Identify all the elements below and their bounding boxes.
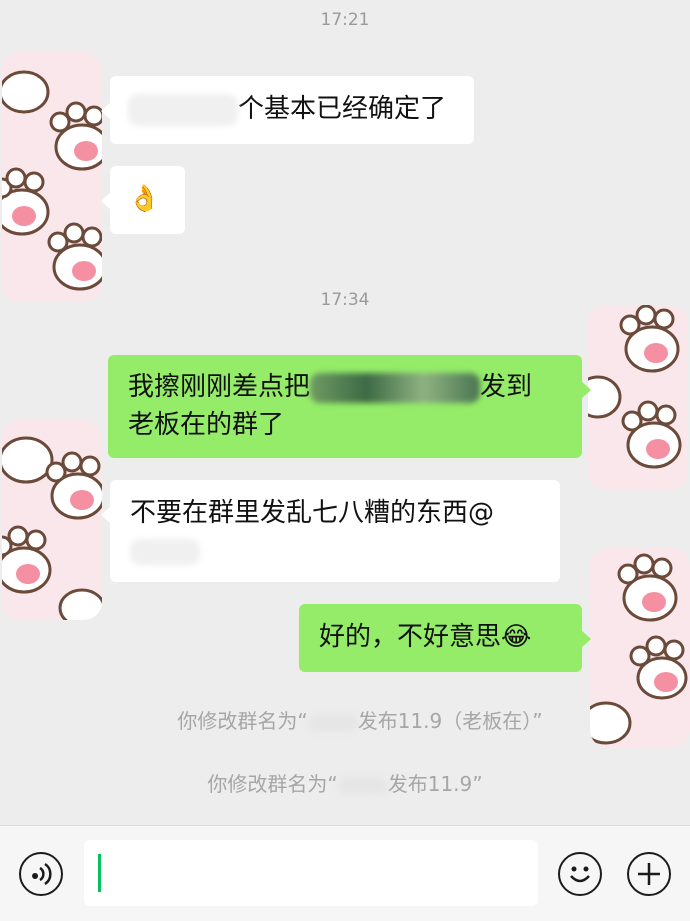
emoji-icon	[570, 866, 590, 883]
voice-button[interactable]	[19, 852, 63, 896]
timestamp: 17:21	[320, 10, 370, 30]
message-text: 好的，不好意思	[319, 622, 502, 652]
message-text: 老板在的群了	[128, 410, 285, 440]
input-toolbar	[0, 825, 690, 921]
message-text: 发到	[480, 372, 533, 402]
redacted-text	[307, 713, 358, 732]
emoji-button[interactable]	[558, 852, 602, 896]
redacted-text	[310, 372, 481, 403]
system-notice: 你修改群名为“ 发布11.9（老板在）”	[0, 705, 690, 734]
message-text: 我擦刚刚差点把	[128, 372, 311, 402]
plus-icon	[638, 863, 660, 885]
system-notice: 你修改群名为“ 发布11.9”	[0, 768, 690, 797]
contact-avatar[interactable]	[2, 52, 102, 302]
laughing-emoji: 😂	[501, 622, 532, 652]
outgoing-message[interactable]: 好的，不好意思😂	[299, 604, 591, 672]
incoming-message[interactable]: 👌	[101, 166, 185, 234]
more-button[interactable]	[627, 852, 671, 896]
incoming-message[interactable]: 个基本已经确定了	[101, 76, 474, 144]
notice-text: 发布11.9”	[387, 772, 483, 796]
text-cursor	[98, 854, 101, 892]
contact-avatar[interactable]	[2, 420, 102, 620]
timestamp: 17:34	[320, 290, 370, 310]
incoming-message[interactable]: 不要在群里发乱七八糟的东西@	[101, 480, 560, 582]
message-text: 不要在群里发乱七八糟的东西@	[130, 498, 495, 528]
redacted-text	[128, 93, 238, 126]
ok-hand-emoji: 👌	[128, 184, 161, 214]
redacted-text	[130, 538, 200, 565]
redacted-text	[337, 776, 388, 795]
message-text: 个基本已经确定了	[238, 94, 447, 124]
outgoing-message[interactable]: 我擦刚刚差点把 发到 老板在的群了	[108, 355, 591, 458]
self-avatar[interactable]	[588, 305, 688, 490]
voice-icon	[32, 862, 52, 886]
message-input[interactable]	[84, 840, 538, 906]
notice-text: 你修改群名为“	[177, 709, 308, 733]
notice-text: 发布11.9（老板在）”	[357, 709, 543, 733]
notice-text: 你修改群名为“	[207, 772, 338, 796]
